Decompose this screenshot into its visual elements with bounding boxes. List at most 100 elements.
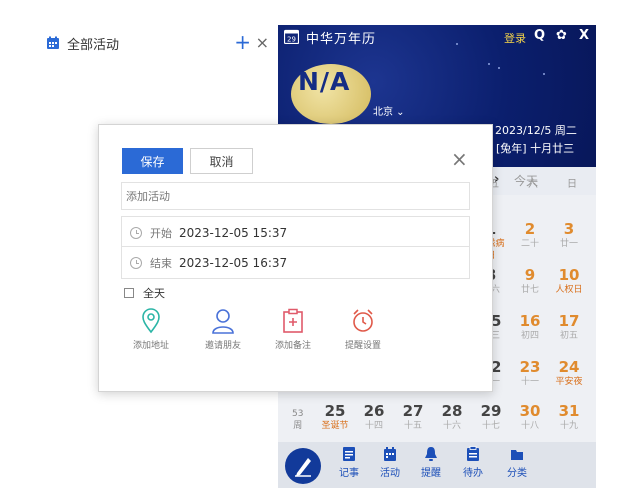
city-selector[interactable]: 北京 ⌄	[373, 103, 405, 118]
day-number: 30	[519, 402, 541, 420]
activity-title-input[interactable]	[121, 182, 470, 210]
all-day-label: 全天	[143, 287, 165, 300]
all-day-option[interactable]: 全天	[124, 285, 165, 301]
lunar-label: 十九	[559, 421, 578, 431]
alarm-icon	[353, 309, 373, 332]
day-number: 25	[324, 402, 346, 420]
toolbar-item-5[interactable]: 分类	[499, 446, 535, 479]
day-number: 28	[441, 402, 463, 420]
lunar-label: 二十	[520, 239, 539, 249]
end-time-value: 2023-12-05 16:37	[179, 255, 288, 270]
add-location-button[interactable]: 添加地址	[133, 308, 169, 351]
clock-icon	[130, 256, 142, 269]
start-time-label: 开始	[150, 226, 172, 240]
location-icon	[142, 308, 160, 334]
lunar-label: 十八	[520, 421, 539, 431]
close-dialog-button[interactable]: ×	[451, 147, 468, 171]
invite-friend-button[interactable]: 邀请朋友	[205, 308, 241, 351]
star-decoration	[488, 63, 490, 65]
add-note-label: 添加备注	[275, 341, 312, 351]
note-add-icon	[283, 308, 303, 333]
lunar-date: [兔年] 十月廿三	[496, 142, 575, 155]
lunar-label: 十六	[442, 421, 461, 431]
new-activity-dialog: 保存 取消 × 开始 2023-12-05 15:37 结束 2023-12-0…	[98, 124, 493, 392]
invite-friend-label: 邀请朋友	[205, 341, 242, 351]
lunar-label: 人权日	[555, 285, 583, 295]
toolbar-item-4[interactable]: 待办	[455, 446, 491, 479]
toolbar-label: 分类	[507, 468, 527, 479]
calendar-day[interactable]: 10 人权日	[552, 267, 586, 296]
quick-note-button[interactable]	[285, 448, 321, 484]
calendar-day[interactable]: 30 十八	[513, 403, 547, 432]
close-icon[interactable]: X	[579, 28, 589, 43]
calendar-day[interactable]: 31 十九	[552, 403, 586, 432]
add-location-label: 添加地址	[133, 341, 170, 351]
reminder-settings-button[interactable]: 提醒设置	[345, 308, 381, 351]
reminder-settings-label: 提醒设置	[345, 341, 382, 351]
weather-value: N/A	[298, 67, 351, 96]
calendar-day[interactable]: 16 初四	[513, 313, 547, 342]
day-number: 16	[519, 312, 541, 330]
lunar-label: 廿一	[559, 239, 578, 249]
folder-icon	[499, 446, 535, 462]
search-icon[interactable]: Q	[534, 28, 545, 43]
toolbar-item-2[interactable]: 活动	[372, 446, 408, 479]
star-decoration	[498, 67, 500, 69]
toolbar-item-3[interactable]: 提醒	[413, 446, 449, 479]
calendar-day[interactable]: 2 二十	[513, 221, 547, 250]
person-icon	[212, 309, 234, 334]
lunar-label: 初四	[520, 331, 539, 341]
end-time-field[interactable]: 结束 2023-12-05 16:37	[121, 246, 470, 279]
calendar-day[interactable]: 27 十五	[396, 403, 430, 432]
bell-icon	[413, 446, 449, 462]
lunar-label: 十一	[520, 377, 539, 387]
calendar-icon	[372, 446, 408, 462]
cancel-button[interactable]: 取消	[190, 148, 253, 174]
week-number-value: 53	[292, 409, 304, 419]
calendar-day[interactable]: 28 十六	[435, 403, 469, 432]
calendar-toolbar: 记事 活动 提醒 待办 分类	[278, 442, 596, 488]
close-pane-button[interactable]: ×	[256, 32, 269, 54]
calendar-day[interactable]: 3 廿一	[552, 221, 586, 250]
calendar-day[interactable]: 25 圣诞节	[318, 403, 352, 432]
lunar-label: 平安夜	[555, 377, 583, 387]
day-number: 29	[480, 402, 502, 420]
login-link[interactable]: 登录	[504, 30, 526, 46]
app-title: 中华万年历	[306, 32, 377, 47]
add-note-button[interactable]: 添加备注	[275, 308, 311, 351]
calendar-day[interactable]: 23 十一	[513, 359, 547, 388]
all-day-checkbox[interactable]	[124, 288, 134, 298]
lunar-label: 圣诞节	[321, 421, 349, 431]
toolbar-label: 提醒	[421, 468, 441, 479]
day-number: 3	[563, 220, 575, 238]
calendar-day[interactable]: 9 廿七	[513, 267, 547, 296]
svg-text:29: 29	[287, 36, 296, 44]
current-date: 2023/12/5 周二	[495, 124, 577, 137]
week-number: 53 周	[292, 408, 303, 432]
calendar-day[interactable]: 17 初五	[552, 313, 586, 342]
lunar-label: 廿七	[520, 285, 539, 295]
lunar-label: 十七	[481, 421, 500, 431]
star-decoration	[543, 73, 545, 75]
start-time-field[interactable]: 开始 2023-12-05 15:37	[121, 216, 470, 249]
day-number: 2	[524, 220, 536, 238]
settings-icon[interactable]: ✿	[556, 28, 567, 43]
calendar-day[interactable]: 24 平安夜	[552, 359, 586, 388]
toolbar-item-1[interactable]: 记事	[331, 446, 367, 479]
weekday-header: 日	[567, 179, 577, 190]
calendar-day[interactable]: 26 十四	[357, 403, 391, 432]
add-activity-button[interactable]: +	[234, 30, 251, 54]
app-logo-icon: 29	[284, 29, 299, 44]
end-time-label: 结束	[150, 256, 172, 270]
lunar-label: 十四	[364, 421, 383, 431]
note-icon	[331, 446, 367, 462]
start-time-value: 2023-12-05 15:37	[179, 225, 288, 240]
toolbar-label: 活动	[380, 468, 400, 479]
calendar-day[interactable]: 29 十七	[474, 403, 508, 432]
day-number: 31	[558, 402, 580, 420]
lunar-label: 初五	[559, 331, 578, 341]
star-decoration	[456, 43, 458, 45]
clock-icon	[130, 226, 142, 239]
week-number-label: 周	[293, 421, 303, 431]
save-button[interactable]: 保存	[122, 148, 183, 174]
